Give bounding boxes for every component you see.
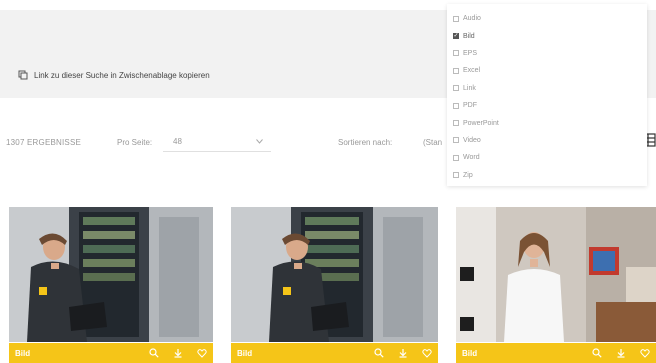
filter-option-label: PDF	[463, 102, 477, 110]
filter-option[interactable]: ✓ Bild	[453, 27, 647, 44]
filter-option-label: Audio	[463, 15, 481, 23]
filter-option-label: Word	[463, 154, 480, 162]
filter-option[interactable]: EPS	[453, 45, 647, 62]
checkbox[interactable]	[453, 120, 459, 127]
filter-option-label: EPS	[463, 49, 478, 57]
sort-select[interactable]: (Stan	[423, 132, 447, 152]
asset-type-label: Bild	[462, 348, 478, 358]
asset-card[interactable]: Bild	[9, 207, 213, 363]
filter-option[interactable]: Audio	[453, 10, 647, 27]
favorite-icon[interactable]	[640, 348, 650, 358]
checkbox[interactable]	[453, 50, 459, 57]
checkbox[interactable]	[453, 172, 459, 179]
filter-option-label: PowerPoint	[463, 119, 499, 127]
download-icon[interactable]	[616, 348, 626, 358]
copy-icon	[18, 70, 28, 80]
zoom-icon[interactable]	[149, 348, 159, 358]
filter-option[interactable]: Zip	[453, 167, 647, 184]
per-page-label: Pro Seite:	[117, 138, 153, 147]
filter-option[interactable]: Link	[453, 80, 647, 97]
filter-option[interactable]: PowerPoint	[453, 114, 647, 131]
checkbox[interactable]	[453, 154, 459, 161]
filter-option-label: Link	[463, 84, 476, 92]
sort-value: (Stan	[423, 137, 443, 147]
checkbox[interactable]	[453, 67, 459, 74]
asset-photo[interactable]	[231, 207, 438, 342]
checkbox[interactable]	[453, 102, 459, 109]
zoom-icon[interactable]	[374, 348, 384, 358]
asset-card[interactable]: Bild	[456, 207, 656, 363]
copy-link-label: Link zu dieser Suche in Zwischenablage k…	[34, 70, 210, 80]
filter-option[interactable]: PDF	[453, 97, 647, 114]
asset-card-bar: Bild	[231, 343, 438, 363]
sort-label: Sortieren nach:	[338, 138, 393, 147]
chevron-down-icon	[256, 139, 263, 144]
zoom-icon[interactable]	[592, 348, 602, 358]
asset-type-label: Bild	[237, 348, 253, 358]
filter-option[interactable]: Excel	[453, 62, 647, 79]
favorite-icon[interactable]	[422, 348, 432, 358]
filter-option-label: Zip	[463, 171, 473, 179]
download-icon[interactable]	[398, 348, 408, 358]
asset-card[interactable]: Bild	[231, 207, 438, 363]
asset-photo[interactable]	[9, 207, 213, 342]
filter-option-label: Video	[463, 136, 481, 144]
favorite-icon[interactable]	[197, 348, 207, 358]
checkbox[interactable]	[453, 85, 459, 92]
results-count: 1307 ERGEBNISSE	[6, 138, 82, 147]
checkbox[interactable]	[453, 137, 459, 144]
file-type-filter-dropdown: Audio ✓ Bild EPS Excel Link PDF PowerPoint Video…	[447, 4, 647, 186]
filter-option[interactable]: Video	[453, 132, 647, 149]
asset-photo[interactable]	[456, 207, 656, 342]
asset-card-bar: Bild	[456, 343, 656, 363]
copy-search-link[interactable]: Link zu dieser Suche in Zwischenablage k…	[18, 70, 210, 80]
checkbox-checked[interactable]: ✓	[453, 33, 459, 40]
download-icon[interactable]	[173, 348, 183, 358]
filter-option-label: Excel	[463, 67, 481, 75]
filter-option-label: Bild	[463, 32, 475, 40]
per-page-value: 48	[173, 137, 182, 146]
per-page-select[interactable]: 48	[163, 132, 271, 152]
checkbox[interactable]	[453, 15, 459, 22]
filter-option[interactable]: Word	[453, 149, 647, 166]
asset-card-bar: Bild	[9, 343, 213, 363]
asset-type-label: Bild	[15, 348, 31, 358]
